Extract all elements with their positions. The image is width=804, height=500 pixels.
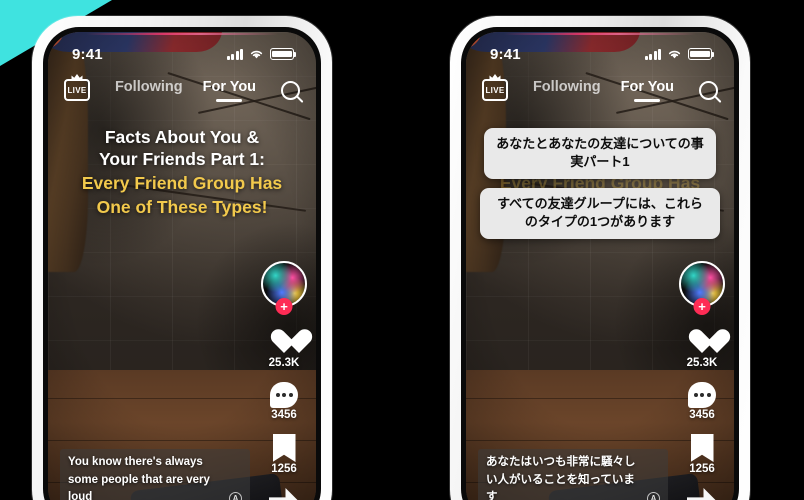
- avatar[interactable]: +: [679, 261, 725, 315]
- phone-mockup-translated: 9:41 LIVE Following For You Every Friend…: [450, 16, 750, 500]
- top-navigation-bar: LIVE Following For You: [48, 70, 316, 110]
- phone-bezel: 9:41 LIVE Following: [461, 27, 739, 500]
- video-title-line-2: Your Friends Part 1:: [99, 149, 265, 170]
- live-icon[interactable]: LIVE: [64, 79, 90, 101]
- tab-for-you[interactable]: For You: [203, 79, 256, 102]
- bookmark-button[interactable]: 1256: [689, 434, 715, 475]
- translation-bubble-1: あなたとあなたの友達についての事実パート1: [484, 128, 716, 179]
- top-navigation-bar: LIVE Following For You: [466, 70, 734, 110]
- search-icon[interactable]: [281, 80, 300, 100]
- status-time: 9:41: [490, 45, 521, 63]
- tab-following[interactable]: Following: [115, 79, 183, 102]
- like-button[interactable]: 25.3K: [687, 328, 718, 369]
- follow-button[interactable]: +: [275, 298, 293, 315]
- live-icon[interactable]: LIVE: [482, 79, 508, 101]
- wifi-icon: [250, 50, 263, 59]
- status-bar: 9:41: [48, 32, 316, 68]
- bookmark-count: 1256: [689, 463, 715, 475]
- feed-tabs: Following For You: [90, 79, 281, 102]
- auto-caption-badge[interactable]: A: [647, 492, 660, 500]
- video-title-overlay: Facts About You & Your Friends Part 1: E…: [48, 126, 316, 218]
- heart-icon: [269, 328, 299, 356]
- translation-overlays: あなたとあなたの友達についての事実パート1 すべての友達グループには、これらのタ…: [466, 128, 734, 239]
- comment-icon: [688, 382, 716, 408]
- bookmark-button[interactable]: 1256: [271, 434, 297, 475]
- battery-icon: [270, 48, 297, 60]
- bookmark-count: 1256: [271, 463, 297, 475]
- comparison-stage: 9:41 LIVE Following For You Facts About …: [0, 0, 804, 500]
- video-title-line-3: Every Friend Group Has: [81, 173, 283, 194]
- like-button[interactable]: 25.3K: [269, 328, 300, 369]
- bezel-sheen: [85, 33, 279, 35]
- share-icon: [269, 488, 299, 500]
- bookmark-icon: [272, 434, 296, 462]
- action-rail: + 25.3K 3456 1256: [261, 261, 307, 500]
- follow-button[interactable]: +: [693, 298, 711, 315]
- comment-icon: [270, 382, 298, 408]
- phone-bezel: 9:41 LIVE Following: [43, 27, 321, 500]
- translation-bubble-2: すべての友達グループには、これらのタイプの1つがあります: [480, 187, 720, 239]
- caption-text: You know there's always some people that…: [68, 456, 210, 500]
- comment-count: 3456: [689, 409, 715, 421]
- caption-text: あなたはいつも非常に騒々しい人がいることを知っています: [486, 456, 636, 500]
- video-caption: You know there's always some people that…: [60, 449, 250, 500]
- phone-screen-original: 9:41 LIVE Following For You Facts About …: [48, 32, 316, 500]
- auto-caption-badge[interactable]: A: [229, 492, 242, 500]
- like-count: 25.3K: [268, 357, 300, 369]
- bookmark-icon: [690, 434, 714, 462]
- share-button[interactable]: [269, 488, 299, 500]
- comment-button[interactable]: 3456: [270, 382, 298, 421]
- search-icon[interactable]: [699, 80, 718, 100]
- wifi-icon: [668, 50, 681, 59]
- signal-bars-icon: [644, 48, 661, 60]
- battery-icon: [688, 48, 715, 60]
- video-title-line-1: Facts About You &: [104, 127, 260, 147]
- action-rail: + 25.3K 3456 1256: [679, 261, 725, 500]
- tab-following[interactable]: Following: [533, 79, 601, 102]
- comment-count: 3456: [271, 409, 297, 421]
- phone-screen-translated: 9:41 LIVE Following For You Every Friend…: [466, 32, 734, 500]
- comment-button[interactable]: 3456: [688, 382, 716, 421]
- status-indicators: [644, 48, 715, 60]
- signal-bars-icon: [226, 48, 243, 60]
- video-title-line-4: One of These Types!: [96, 197, 268, 218]
- heart-icon: [687, 328, 717, 356]
- tab-for-you[interactable]: For You: [621, 79, 674, 102]
- feed-tabs: Following For You: [508, 79, 699, 102]
- share-icon: [687, 488, 717, 500]
- video-caption: あなたはいつも非常に騒々しい人がいることを知っています A: [478, 449, 668, 500]
- status-bar: 9:41: [466, 32, 734, 68]
- like-count: 25.3K: [686, 357, 718, 369]
- status-time: 9:41: [72, 45, 103, 63]
- status-indicators: [226, 48, 297, 60]
- avatar[interactable]: +: [261, 261, 307, 315]
- phone-mockup-original: 9:41 LIVE Following For You Facts About …: [32, 16, 332, 500]
- bezel-sheen: [503, 33, 697, 35]
- share-button[interactable]: [687, 488, 717, 500]
